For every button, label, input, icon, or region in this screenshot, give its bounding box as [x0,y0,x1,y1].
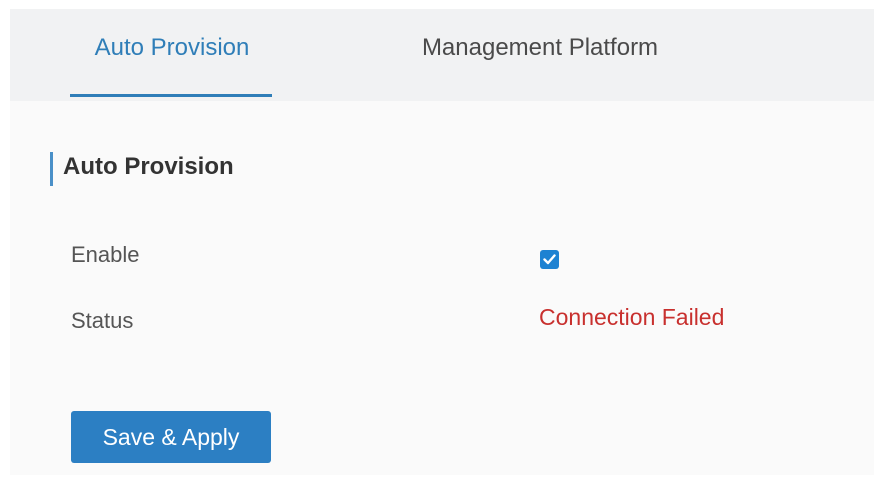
status-value: Connection Failed [539,304,725,330]
tab-bar: Auto Provision Management Platform [10,9,874,101]
status-label: Status [71,308,134,333]
settings-panel: Auto Provision Management Platform Auto … [10,9,874,475]
enable-checkbox[interactable] [540,250,559,269]
enable-label: Enable [71,242,140,267]
active-tab-indicator [70,94,272,97]
section-title: Auto Provision [63,153,234,180]
checkmark-icon [543,254,556,265]
tab-content: Auto Provision Enable Status Connection … [10,101,874,475]
tab-auto-provision[interactable]: Auto Provision [72,9,272,101]
section-title-marker [50,152,53,186]
tab-management-platform[interactable]: Management Platform [390,9,690,101]
save-apply-button[interactable]: Save & Apply [71,411,271,463]
